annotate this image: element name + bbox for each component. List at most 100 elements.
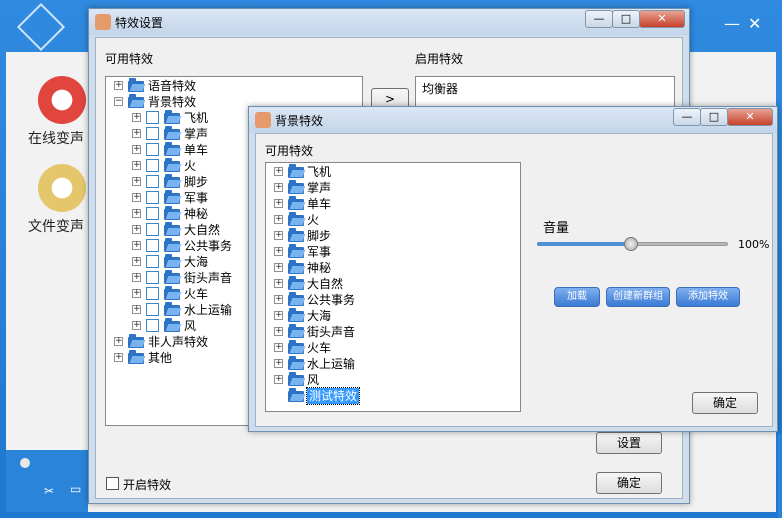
expand-toggle-icon[interactable]: + bbox=[132, 113, 141, 122]
dialog-close-button[interactable]: ✕ bbox=[727, 108, 773, 126]
window-icon[interactable]: ▭ bbox=[70, 482, 81, 496]
item-checkbox[interactable] bbox=[146, 127, 159, 140]
expand-toggle-icon[interactable]: + bbox=[274, 247, 283, 256]
dialog-ok-button[interactable]: 确定 bbox=[692, 392, 758, 414]
tree-item[interactable]: + 街头声音 bbox=[266, 324, 520, 340]
item-checkbox[interactable] bbox=[146, 111, 159, 124]
expand-toggle-icon[interactable]: + bbox=[274, 263, 283, 272]
titlebar[interactable]: 特效设置 — □ ✕ bbox=[89, 9, 689, 35]
tree-item[interactable]: + 公共事务 bbox=[266, 292, 520, 308]
enable-effects-checkbox[interactable] bbox=[106, 477, 119, 490]
tree-item[interactable]: + 脚步 bbox=[266, 228, 520, 244]
expand-toggle-icon[interactable]: + bbox=[132, 161, 141, 170]
expand-toggle-icon[interactable]: + bbox=[132, 257, 141, 266]
expand-toggle-icon[interactable]: + bbox=[274, 199, 283, 208]
expand-toggle-icon[interactable]: + bbox=[274, 231, 283, 240]
folder-icon bbox=[288, 340, 304, 354]
close-icon[interactable]: ✕ bbox=[748, 14, 761, 33]
tree-item[interactable]: + 神秘 bbox=[266, 260, 520, 276]
ok-button[interactable]: 确定 bbox=[596, 472, 662, 494]
minimize-icon[interactable]: — bbox=[724, 14, 740, 33]
settings-button[interactable]: 设置 bbox=[596, 432, 662, 454]
expand-toggle-icon[interactable]: + bbox=[132, 305, 141, 314]
tree-item-label: 脚步 bbox=[307, 229, 332, 243]
dialog-minimize-button[interactable]: — bbox=[673, 108, 701, 126]
expand-toggle-icon[interactable]: + bbox=[274, 359, 283, 368]
tree-item[interactable]: + 语音特效 bbox=[106, 78, 362, 94]
item-checkbox[interactable] bbox=[146, 303, 159, 316]
expand-toggle-icon[interactable]: + bbox=[132, 289, 141, 298]
tree-item[interactable]: + 火 bbox=[266, 212, 520, 228]
create-group-button[interactable]: 创建新群组 bbox=[606, 287, 670, 307]
expand-toggle-icon[interactable]: + bbox=[132, 177, 141, 186]
folder-icon bbox=[288, 164, 304, 178]
item-checkbox[interactable] bbox=[146, 255, 159, 268]
expand-toggle-icon[interactable]: + bbox=[132, 129, 141, 138]
close-button[interactable]: ✕ bbox=[639, 10, 685, 28]
expand-toggle-icon[interactable]: + bbox=[132, 241, 141, 250]
item-checkbox[interactable] bbox=[146, 207, 159, 220]
tree-item-label: 街头声音 bbox=[307, 325, 356, 339]
background-effects-dialog: 背景特效 — □ ✕ 可用特效 + 飞机 + 掌声 + 单车 + 火 + 脚步 + 军事 + 神秘 + 大自然… bbox=[248, 106, 778, 432]
expand-toggle-icon[interactable]: + bbox=[114, 353, 123, 362]
expand-toggle-icon[interactable]: + bbox=[274, 215, 283, 224]
lips-icon[interactable] bbox=[38, 76, 86, 124]
dialog-maximize-button[interactable]: □ bbox=[700, 108, 728, 126]
maximize-button[interactable]: □ bbox=[612, 10, 640, 28]
tree-item[interactable]: + 军事 bbox=[266, 244, 520, 260]
minimize-button[interactable]: — bbox=[585, 10, 613, 28]
expand-toggle-icon[interactable]: + bbox=[114, 337, 123, 346]
tree-item[interactable]: + 火车 bbox=[266, 340, 520, 356]
item-checkbox[interactable] bbox=[146, 175, 159, 188]
tree-item[interactable]: 测试特效 bbox=[266, 387, 520, 405]
item-checkbox[interactable] bbox=[146, 159, 159, 172]
expand-toggle-icon[interactable]: + bbox=[132, 273, 141, 282]
expand-toggle-icon[interactable]: + bbox=[132, 225, 141, 234]
available-effects-label: 可用特效 bbox=[105, 52, 154, 66]
item-checkbox[interactable] bbox=[146, 319, 159, 332]
item-checkbox[interactable] bbox=[146, 223, 159, 236]
item-checkbox[interactable] bbox=[146, 191, 159, 204]
expand-toggle-icon[interactable]: + bbox=[274, 343, 283, 352]
expand-toggle-icon[interactable]: + bbox=[132, 321, 141, 330]
expand-toggle-icon[interactable]: + bbox=[132, 209, 141, 218]
folder-icon bbox=[164, 286, 180, 300]
list-item[interactable]: 均衡器 bbox=[422, 80, 458, 97]
expand-toggle-icon[interactable]: + bbox=[132, 145, 141, 154]
expand-toggle-icon[interactable]: − bbox=[114, 97, 123, 106]
expand-toggle-icon[interactable]: + bbox=[274, 279, 283, 288]
tree-item-label: 火车 bbox=[184, 287, 209, 301]
tool-icon[interactable]: ✂ bbox=[44, 484, 54, 498]
item-checkbox[interactable] bbox=[146, 239, 159, 252]
item-checkbox[interactable] bbox=[146, 287, 159, 300]
tree-item[interactable]: + 大自然 bbox=[266, 276, 520, 292]
dialog-titlebar[interactable]: 背景特效 — □ ✕ bbox=[249, 107, 777, 133]
expand-toggle-icon[interactable]: + bbox=[274, 311, 283, 320]
tree-item[interactable]: + 飞机 bbox=[266, 164, 520, 180]
expand-toggle-icon[interactable]: + bbox=[132, 193, 141, 202]
add-effect-button[interactable]: 添加特效 bbox=[676, 287, 740, 307]
feature-label-online[interactable]: 在线变声 bbox=[28, 128, 84, 148]
expand-toggle-icon[interactable]: + bbox=[274, 327, 283, 336]
tree-item[interactable]: + 水上运输 bbox=[266, 356, 520, 372]
item-checkbox[interactable] bbox=[146, 143, 159, 156]
tree-item[interactable]: + 单车 bbox=[266, 196, 520, 212]
expand-toggle-icon[interactable]: + bbox=[274, 375, 283, 384]
folder-icon bbox=[288, 260, 304, 274]
tree-item[interactable]: + 风 bbox=[266, 372, 520, 388]
file-icon[interactable] bbox=[38, 164, 86, 212]
expand-toggle-icon[interactable]: + bbox=[274, 183, 283, 192]
folder-icon bbox=[164, 318, 180, 332]
expand-toggle-icon[interactable]: + bbox=[114, 81, 123, 90]
tree-item-label: 单车 bbox=[184, 143, 209, 157]
folder-icon bbox=[164, 302, 180, 316]
load-button[interactable]: 加载 bbox=[554, 287, 600, 307]
tree-item[interactable]: + 掌声 bbox=[266, 180, 520, 196]
tree-item[interactable]: + 大海 bbox=[266, 308, 520, 324]
background-effects-tree[interactable]: + 飞机 + 掌声 + 单车 + 火 + 脚步 + 军事 + 神秘 + 大自然 + 公共事务 + 大海 + 街头声音 + 火车… bbox=[265, 162, 521, 412]
expand-toggle-icon[interactable]: + bbox=[274, 167, 283, 176]
expand-toggle-icon[interactable]: + bbox=[274, 295, 283, 304]
volume-slider-thumb[interactable] bbox=[624, 237, 638, 251]
feature-label-file[interactable]: 文件变声 bbox=[28, 216, 84, 236]
item-checkbox[interactable] bbox=[146, 271, 159, 284]
